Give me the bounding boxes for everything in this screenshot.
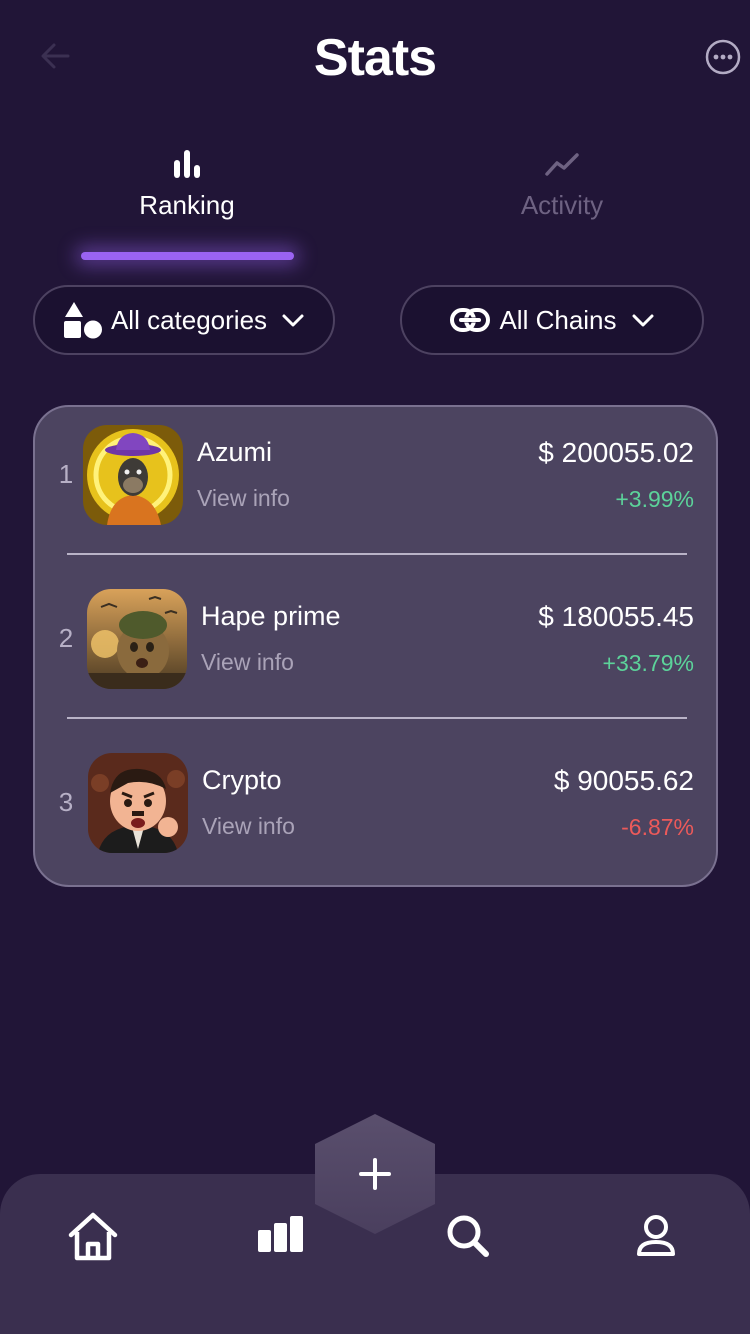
ranking-list: 1 Azumi View info $ 200055.02 +3.99% 2 H… (33, 405, 718, 887)
chevron-down-icon (282, 314, 304, 327)
chevron-down-icon (632, 314, 654, 327)
header: Stats (0, 0, 750, 120)
collection-avatar (88, 753, 188, 853)
rank-number: 3 (58, 787, 74, 817)
tab-label: Ranking (139, 190, 235, 220)
nav-search[interactable] (442, 1210, 496, 1264)
price-change: +3.99% (615, 486, 694, 512)
link-icon (450, 308, 491, 332)
collection-avatar (87, 589, 187, 689)
view-info-link[interactable]: View info (202, 813, 295, 840)
collection-name: Crypto (202, 765, 282, 795)
collection-avatar (83, 425, 183, 525)
add-button[interactable] (314, 1114, 436, 1234)
collection-name: Hape prime (201, 601, 341, 631)
ranking-row[interactable]: 2 Hape prime View info $ 180055.45 +33.7… (35, 571, 720, 691)
rank-number: 1 (58, 459, 74, 489)
tab-bar: Ranking Activity (0, 140, 750, 270)
search-icon (447, 1215, 489, 1257)
category-filter-dropdown[interactable]: All categories (33, 285, 335, 355)
page-title: Stats (313, 29, 437, 87)
nav-stats[interactable] (254, 1210, 308, 1264)
more-horizontal-icon (705, 39, 741, 75)
price-change: -6.87% (621, 814, 694, 840)
collection-name: Azumi (197, 437, 273, 467)
chain-filter-dropdown[interactable]: All Chains (400, 285, 704, 355)
view-info-link[interactable]: View info (197, 485, 290, 512)
divider (67, 553, 687, 555)
collection-price: $ 180055.45 (538, 601, 694, 632)
tab-ranking[interactable]: Ranking (77, 140, 297, 221)
view-info-link[interactable]: View info (201, 649, 294, 676)
price-change: +33.79% (602, 650, 694, 676)
ranking-row[interactable]: 3 Crypto View info $ 90055.62 -6.87% (35, 735, 720, 855)
nav-home[interactable] (66, 1210, 120, 1264)
divider (67, 717, 687, 719)
stats-icon (258, 1216, 303, 1252)
home-icon (68, 1212, 118, 1261)
nav-profile[interactable] (629, 1210, 683, 1264)
collection-price: $ 200055.02 (538, 437, 694, 468)
collection-price: $ 90055.62 (553, 765, 694, 796)
rank-number: 2 (58, 623, 74, 653)
category-filter-label: All categories (110, 304, 268, 335)
chain-filter-label: All Chains (499, 304, 617, 335)
tab-activity[interactable]: Activity (452, 140, 672, 221)
profile-icon (637, 1215, 675, 1256)
tab-label: Activity (520, 190, 604, 220)
trend-line-icon (545, 153, 579, 176)
active-tab-indicator (81, 252, 294, 260)
ranking-row[interactable]: 1 Azumi View info $ 200055.02 +3.99% (35, 407, 720, 527)
shapes-icon (63, 302, 102, 339)
more-button[interactable] (704, 38, 742, 76)
bar-chart-icon (174, 150, 200, 178)
